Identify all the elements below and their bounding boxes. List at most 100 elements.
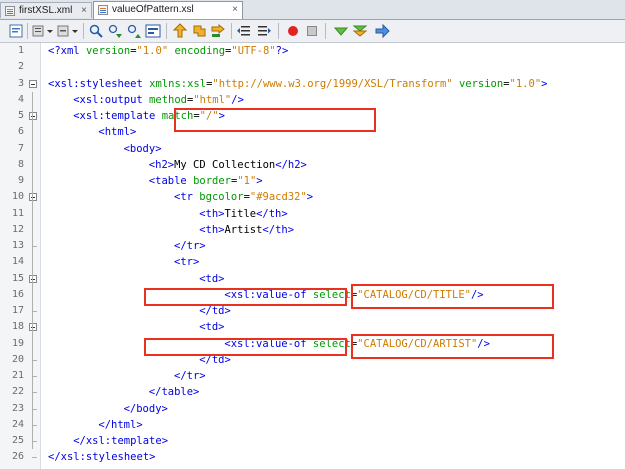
- code-line[interactable]: <tr bgcolor="#9acd32">: [174, 189, 313, 205]
- xml-tag: </h2>: [275, 158, 307, 171]
- xml-text: Title: [224, 207, 257, 220]
- line-number: 7: [17, 142, 24, 154]
- code-line[interactable]: <table border="1">: [149, 173, 263, 189]
- find-icon[interactable]: [88, 23, 104, 39]
- xml-tag: </tr>: [174, 240, 206, 252]
- line-number: 22: [11, 386, 24, 398]
- record-macro-icon[interactable]: [285, 23, 301, 39]
- code-line[interactable]: <td>: [199, 271, 224, 287]
- toggle-bookmark-icon[interactable]: [210, 23, 226, 39]
- code-line[interactable]: <th>Title</th>: [199, 206, 288, 222]
- code-line[interactable]: <xsl:output method="html"/>: [73, 92, 244, 108]
- fold-toggle-icon[interactable]: [29, 193, 37, 202]
- xml-tag: </table>: [148, 386, 200, 399]
- xml-tag: >: [541, 77, 548, 90]
- highlight-box-indent: [144, 338, 347, 356]
- find-next-icon[interactable]: [126, 23, 142, 39]
- code-line[interactable]: <th>Artist</th>: [199, 222, 294, 238]
- editor-toolbar: [0, 20, 625, 43]
- line-number: 20: [11, 353, 24, 365]
- line-number: 4: [17, 93, 24, 105]
- tab-valueofpattern-xsl[interactable]: valueOfPattern.xsl ×: [93, 1, 243, 19]
- xslt-run-icon[interactable]: [374, 23, 390, 39]
- xml-attribute: border: [193, 175, 231, 187]
- xml-value: "http://www.w3.org/1999/XSL/Transform": [212, 77, 453, 90]
- code-line[interactable]: </xsl:stylesheet>: [48, 449, 155, 465]
- stop-macro-icon[interactable]: [304, 23, 320, 39]
- shift-right-icon[interactable]: [256, 23, 272, 39]
- xml-attribute: bgcolor: [199, 191, 244, 204]
- fold-toggle-icon[interactable]: [29, 323, 37, 332]
- shift-left-icon[interactable]: [236, 23, 252, 39]
- code-line[interactable]: <?xml version="1.0" encoding="UTF-8"?>: [48, 43, 288, 59]
- xml-tag: <td>: [199, 272, 225, 285]
- code-line[interactable]: </tr>: [174, 238, 206, 254]
- code-line[interactable]: </tr>: [174, 368, 206, 384]
- source-view-icon[interactable]: [8, 23, 24, 39]
- code-line[interactable]: <xsl:stylesheet xmlns:xsl="http://www.w3…: [48, 76, 547, 92]
- xml-tag: <h2>: [148, 158, 175, 171]
- line-number: 15: [11, 272, 24, 284]
- line-number: 13: [11, 240, 24, 251]
- xml-tag: <xsl:stylesheet: [48, 77, 150, 90]
- close-tab-icon[interactable]: ×: [81, 3, 87, 19]
- dropdown-icon[interactable]: [71, 23, 79, 39]
- tab-label: firstXSL.xml: [19, 5, 73, 16]
- code-line[interactable]: </body>: [124, 401, 168, 417]
- xml-tag: <xsl:output: [73, 93, 150, 106]
- xml-tag: />: [231, 93, 244, 106]
- line-number: 16: [11, 288, 24, 300]
- line-number: 11: [11, 207, 24, 219]
- code-line[interactable]: <h2>My CD Collection</h2>: [149, 157, 307, 173]
- next-bookmark-icon[interactable]: [191, 23, 207, 39]
- xml-value: "html": [193, 93, 232, 106]
- line-number: 3: [17, 77, 24, 89]
- history-icon[interactable]: [31, 23, 47, 39]
- line-number: 26: [11, 451, 24, 463]
- dropdown-icon[interactable]: [46, 23, 54, 39]
- check-xml-icon[interactable]: [352, 23, 368, 39]
- code-line[interactable]: </xsl:template>: [73, 433, 168, 449]
- xml-tag: <xsl:template: [73, 110, 162, 122]
- prev-bookmark-icon[interactable]: [172, 23, 188, 39]
- code-line[interactable]: <tr>: [174, 254, 199, 270]
- fold-end-marker: [32, 457, 37, 459]
- line-number: 8: [17, 158, 24, 170]
- back-icon[interactable]: [56, 23, 72, 39]
- xml-tag: <tr: [174, 191, 200, 204]
- line-number: 14: [11, 256, 24, 268]
- code-line[interactable]: <td>: [199, 319, 224, 335]
- xml-value: "1": [237, 175, 257, 187]
- find-prev-icon[interactable]: [107, 23, 123, 39]
- xml-value: "1.0": [509, 77, 542, 90]
- xml-tag: </html>: [98, 418, 143, 431]
- line-number: 2: [17, 61, 24, 73]
- fold-toggle-icon[interactable]: [29, 79, 37, 88]
- line-number: 17: [11, 305, 24, 316]
- validate-icon[interactable]: [333, 23, 349, 39]
- xml-attribute: encoding: [174, 45, 226, 57]
- xml-attribute: method: [149, 93, 187, 106]
- code-line[interactable]: <body>: [124, 141, 162, 157]
- toggle-highlight-icon[interactable]: [145, 23, 161, 39]
- line-number: 6: [17, 126, 24, 138]
- xml-tag: </xsl:stylesheet>: [48, 451, 156, 464]
- close-tab-icon[interactable]: ×: [232, 2, 238, 18]
- xml-attribute: xmlns:xsl: [149, 77, 207, 90]
- xml-tag: >: [306, 191, 314, 204]
- tab-firstxsl-xml[interactable]: firstXSL.xml ×: [0, 2, 92, 18]
- xml-tag: </th>: [262, 223, 295, 236]
- xml-text: Artist: [224, 223, 263, 236]
- highlight-box-select-artist: [351, 334, 554, 359]
- code-line[interactable]: </table>: [149, 384, 200, 400]
- fold-toggle-icon[interactable]: [29, 274, 37, 283]
- xml-tag: </xsl:template>: [73, 435, 169, 447]
- fold-toggle-icon[interactable]: [29, 112, 37, 120]
- line-number: 24: [11, 418, 24, 430]
- code-line[interactable]: <html>: [98, 124, 136, 140]
- xml-tag: <table: [148, 175, 194, 187]
- xml-tag: </tr>: [174, 370, 206, 382]
- highlight-box-select-title: [351, 284, 554, 309]
- code-line[interactable]: </html>: [98, 417, 142, 433]
- line-number: 21: [11, 370, 24, 381]
